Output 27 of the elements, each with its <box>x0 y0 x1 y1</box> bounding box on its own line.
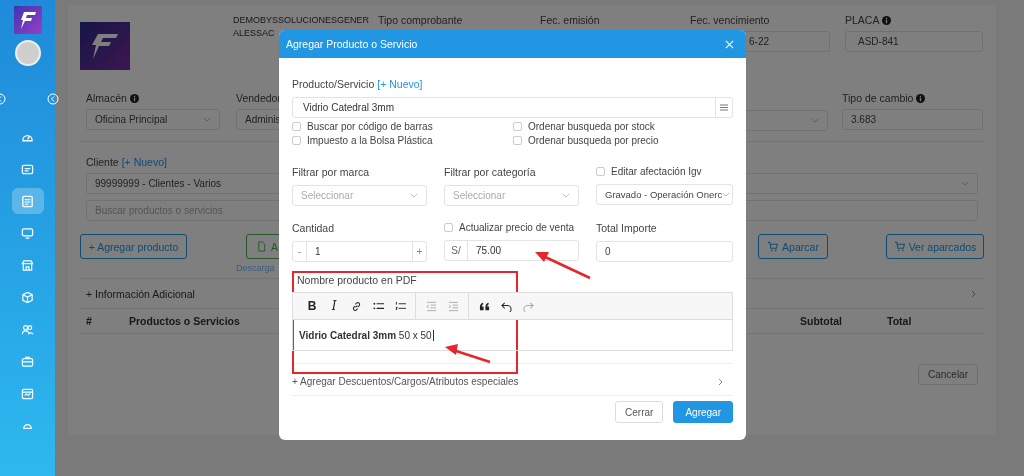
field-label: Total Importe <box>596 222 658 234</box>
column-header: Productos o Servicios <box>129 315 241 327</box>
checkbox-label: Editar afectación Igv <box>611 166 702 177</box>
checkbox-label: Buscar por código de barras <box>307 121 433 132</box>
column-header: Total <box>887 315 913 327</box>
field-label: Vendedor <box>236 92 282 104</box>
field-label: Fec. vencimiento <box>690 14 770 26</box>
field-label: Tipo comprobante <box>378 14 463 26</box>
modal-title: Agregar Producto o Servicio <box>286 38 418 50</box>
field-label: Fec. emisión <box>540 14 600 26</box>
column-header: # <box>86 315 93 327</box>
field-label: Producto/Servicio <box>292 78 375 90</box>
company-name: DEMOBYSSOLUCIONESGENER <box>233 14 370 27</box>
column-header: Subtotal <box>800 315 843 327</box>
checkbox-label: Ordenar busqueda por precio <box>528 135 659 146</box>
field-label: Almacén <box>86 92 127 104</box>
field-label: Nombre producto en PDF <box>296 274 418 286</box>
company-name: ALESSAC <box>233 27 275 40</box>
field-label: PLACA <box>845 14 880 26</box>
field-label: Cliente <box>86 156 119 168</box>
field-label: Filtrar por categoría <box>444 166 537 178</box>
checkbox-label: Impuesto a la Bolsa Plástica <box>307 135 433 146</box>
field-label: Cantidad <box>292 222 336 234</box>
field-label: Tipo de cambio <box>842 92 914 104</box>
checkbox-label: Actualizar precio de venta <box>459 222 575 233</box>
checkbox-label: Ordenar busqueda por stock <box>528 121 655 132</box>
field-label: Filtrar por marca <box>292 166 370 178</box>
